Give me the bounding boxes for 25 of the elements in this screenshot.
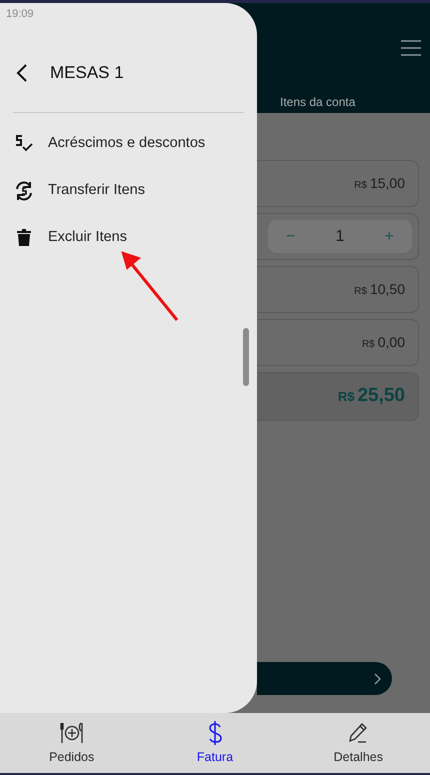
trash-icon: [17, 229, 31, 246]
status-time: 19:09: [6, 7, 34, 22]
total-amount: R$25,50: [338, 384, 405, 408]
tab-label[interactable]: Itens da conta: [280, 93, 356, 111]
drawer-menu-item[interactable]: Acréscimos e descontos: [0, 120, 257, 167]
dollar-icon: [208, 721, 222, 745]
dollar-check-icon: [14, 135, 34, 152]
item-price: R$ 15,00: [354, 174, 405, 193]
scrollbar[interactable]: [243, 328, 249, 386]
item-price: R$ 10,50: [354, 280, 405, 299]
plate-cutlery-icon: [60, 722, 84, 744]
drawer-title: MESAS 1: [50, 62, 124, 84]
drawer-menu-item[interactable]: Excluir Itens: [0, 214, 257, 261]
quantity-value: 1: [336, 226, 344, 246]
dollar-sync-icon: [14, 180, 34, 200]
menu-icon[interactable]: [400, 39, 422, 57]
continue-button[interactable]: [257, 662, 392, 695]
item-price: R$ 0,00: [362, 333, 405, 352]
nav-tab[interactable]: Fatura: [143, 713, 287, 773]
chevron-right-icon: [374, 672, 382, 684]
nav-tab[interactable]: Pedidos: [0, 713, 144, 773]
pencil-icon: [348, 722, 368, 744]
drawer-menu-item[interactable]: Transferir Itens: [0, 167, 257, 214]
nav-tab[interactable]: Detalhes: [286, 713, 430, 773]
back-icon[interactable]: [16, 64, 28, 82]
